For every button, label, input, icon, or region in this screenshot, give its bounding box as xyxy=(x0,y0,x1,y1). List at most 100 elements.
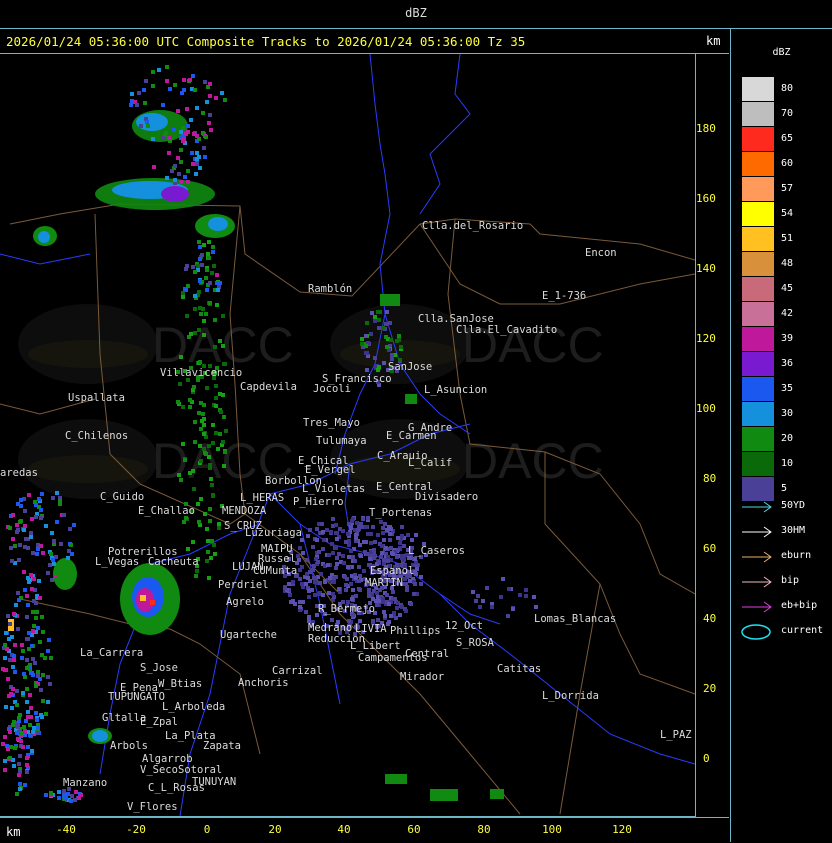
radar-pixel xyxy=(210,539,214,543)
radar-pixel xyxy=(185,107,189,111)
radar-pixel xyxy=(182,520,186,524)
radar-pixel xyxy=(337,587,341,591)
radar-pixel xyxy=(9,546,13,550)
legend-level-label: 60 xyxy=(781,158,794,169)
radar-pixel xyxy=(398,613,402,617)
window-title: dBZ xyxy=(405,6,427,20)
place-label: E_Zpal xyxy=(140,716,178,728)
radar-map-canvas[interactable]: DACC DACC DACC DACC Clla.del_RosarioEnco… xyxy=(0,54,695,816)
x-tick-label: 120 xyxy=(612,823,632,836)
radar-pixel xyxy=(197,328,201,332)
radar-pixel xyxy=(376,618,380,622)
radar-pixel xyxy=(326,563,330,567)
radar-pixel xyxy=(202,146,206,150)
radar-pixel xyxy=(198,166,202,170)
legend-swatch xyxy=(742,302,774,326)
radar-pixel xyxy=(215,303,219,307)
radar-pixel xyxy=(354,533,358,537)
radar-pixel xyxy=(382,558,386,562)
radar-pixel xyxy=(36,626,40,630)
radar-pixel xyxy=(74,790,78,794)
y-tick-label: 140 xyxy=(696,262,716,276)
radar-pixel xyxy=(3,668,7,672)
legend-track-label: bip xyxy=(781,575,800,586)
radar-pixel xyxy=(199,497,203,501)
radar-pixel xyxy=(44,793,48,797)
radar-pixel xyxy=(18,543,22,547)
place-label: Divisadero xyxy=(415,491,478,503)
place-label: Lomas_Blancas xyxy=(534,613,616,625)
radar-pixel xyxy=(202,423,206,427)
radar-pixel xyxy=(346,532,350,536)
radar-pixel xyxy=(24,719,28,723)
legend-level-label: 10 xyxy=(781,458,794,469)
radar-pixel xyxy=(151,137,155,141)
place-label: Clla.El_Cavadito xyxy=(456,324,557,336)
radar-pixel xyxy=(385,593,389,597)
radar-pixel xyxy=(208,301,212,305)
radar-map[interactable]: DACC DACC DACC DACC Clla.del_Rosario Enc… xyxy=(0,54,696,817)
radar-pixel xyxy=(5,647,9,651)
place-label: Phillips xyxy=(390,625,441,637)
legend-level-label: 30 xyxy=(781,408,794,419)
radar-pixel xyxy=(23,524,27,528)
radar-pixel xyxy=(222,464,226,468)
track-arrow-icon xyxy=(742,551,772,563)
radar-pixel xyxy=(481,599,485,603)
radar-pixel xyxy=(213,552,217,556)
place-label: MARTIN xyxy=(365,577,403,589)
radar-pixel xyxy=(142,88,146,92)
radar-pixel xyxy=(193,331,197,335)
radar-pixel xyxy=(372,556,376,560)
radar-pixel xyxy=(185,264,189,268)
radar-pixel xyxy=(349,549,353,553)
radar-pixel xyxy=(193,420,197,424)
radar-pixel xyxy=(31,629,35,633)
radar-pixel xyxy=(178,382,182,386)
radar-pixel xyxy=(389,546,393,550)
place-label: Perdriel xyxy=(218,579,269,591)
place-label: E_Carmen xyxy=(386,430,437,442)
radar-pixel xyxy=(410,538,414,542)
radar-pixel xyxy=(197,520,201,524)
radar-pixel xyxy=(157,68,161,72)
radar-pixel xyxy=(33,661,37,665)
radar-pixel xyxy=(210,483,214,487)
radar-pixel xyxy=(193,294,197,298)
legend-swatch xyxy=(742,202,774,226)
radar-pixel xyxy=(186,169,190,173)
radar-pixel xyxy=(320,522,324,526)
radar-pixel xyxy=(388,321,392,325)
radar-pixel xyxy=(51,558,55,562)
radar-pixel xyxy=(490,605,494,609)
radar-pixel xyxy=(176,400,180,404)
place-label: C_L_Rosas xyxy=(148,782,205,794)
radar-pixel xyxy=(206,85,210,89)
radar-pixel xyxy=(202,432,206,436)
radar-pixel xyxy=(179,148,183,152)
radar-pixel xyxy=(202,319,206,323)
radar-pixel xyxy=(32,577,36,581)
legend-swatch xyxy=(742,427,774,451)
radar-pixel xyxy=(373,540,377,544)
radar-pixel xyxy=(165,79,169,83)
radar-pixel xyxy=(57,796,61,800)
radar-pixel xyxy=(364,540,368,544)
radar-pixel xyxy=(387,620,391,624)
radar-pixel xyxy=(17,762,21,766)
radar-pixel xyxy=(331,517,335,521)
radar-pixel xyxy=(38,640,42,644)
place-label: E_Challao xyxy=(138,505,195,517)
radar-pixel xyxy=(188,471,192,475)
radar-pixel xyxy=(206,539,210,543)
radar-pixel xyxy=(198,279,202,283)
x-tick-label: 40 xyxy=(337,823,351,836)
place-label: Espanol xyxy=(370,565,414,577)
radar-pixel xyxy=(18,787,22,791)
radar-pixel xyxy=(311,545,315,549)
radar-pixel xyxy=(471,590,475,594)
radar-pixel xyxy=(143,101,147,105)
place-label: Ramblón xyxy=(308,283,352,295)
radar-pixel xyxy=(15,530,19,534)
radar-pixel xyxy=(289,600,293,604)
